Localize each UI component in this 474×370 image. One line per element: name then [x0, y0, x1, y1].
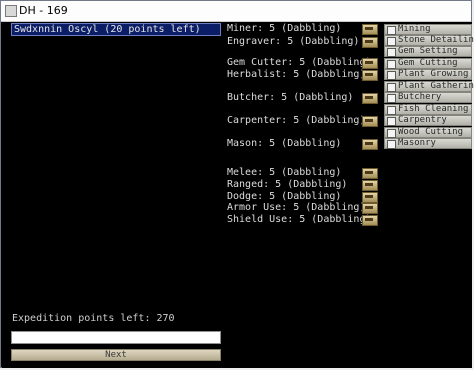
labor-checkbox-wood-cutting[interactable]: Wood Cutting [384, 127, 472, 138]
checkbox-icon [387, 71, 396, 80]
checkbox-icon [387, 117, 396, 126]
labor-label: Carpentry [398, 115, 447, 125]
minus-icon [365, 142, 373, 145]
labor-checkbox-mining[interactable]: Mining [384, 24, 472, 35]
minus-icon [365, 171, 373, 174]
skill-label-shield-use: Shield Use: 5 (Dabbling) [227, 214, 372, 225]
skill-label-carpenter: Carpenter: 5 (Dabbling) [227, 115, 366, 126]
skill-label-herbalist: Herbalist: 5 (Dabbling) [227, 69, 366, 80]
checkbox-icon [387, 106, 396, 115]
labor-label: Fish Cleaning [398, 104, 469, 114]
checkbox-icon [387, 48, 396, 57]
decrease-skill-button[interactable] [362, 180, 378, 191]
decrease-skill-button[interactable] [362, 70, 378, 81]
labor-label: Plant Growing [398, 69, 469, 79]
labor-label: Gem Cutting [398, 58, 458, 68]
labor-checkbox-plant-gathering[interactable]: Plant Gathering [384, 81, 474, 92]
skill-label-ranged: Ranged: 5 (Dabbling) [227, 179, 348, 190]
labor-label: Stone Detailing [398, 35, 474, 45]
skill-label-gem-cutter: Gem Cutter: 5 (Dabbling) [227, 57, 372, 68]
minus-icon [365, 183, 373, 186]
decrease-skill-button[interactable] [362, 93, 378, 104]
minus-icon [365, 119, 373, 122]
next-button[interactable]: Next [11, 349, 221, 361]
expedition-points-label: Expedition points left: 270 [12, 313, 175, 324]
skill-label-miner: Miner: 5 (Dabbling) [227, 23, 342, 34]
app-window: DH - 169 Swdxnnin Oscyl (20 points left)… [0, 0, 474, 368]
minus-icon [365, 218, 373, 221]
title-bar: DH - 169 [1, 1, 471, 22]
decrease-skill-button[interactable] [362, 168, 378, 179]
dwarf-list-item-selected[interactable]: Swdxnnin Oscyl (20 points left) [11, 23, 221, 36]
labor-checkbox-butchery[interactable]: Butchery [384, 92, 472, 103]
labor-label: Plant Gathering [398, 81, 474, 91]
skill-label-butcher: Butcher: 5 (Dabbling) [227, 92, 354, 103]
checkbox-icon [387, 94, 396, 103]
skill-label-melee: Melee: 5 (Dabbling) [227, 167, 342, 178]
labor-label: Gem Setting [398, 46, 458, 56]
checkbox-icon [387, 37, 396, 46]
dwarf-list-item-label: Swdxnnin Oscyl (20 points left) [14, 24, 201, 35]
window-title: DH - 169 [19, 4, 68, 17]
skill-label-armor-use: Armor Use: 5 (Dabbling) [227, 202, 366, 213]
decrease-skill-button[interactable] [362, 24, 378, 35]
labor-label: Wood Cutting [398, 127, 464, 137]
labor-checkbox-masonry[interactable]: Masonry [384, 138, 472, 149]
minus-icon [365, 61, 373, 64]
checkbox-icon [387, 60, 396, 69]
checkbox-icon [387, 83, 396, 92]
next-button-label: Next [105, 350, 127, 360]
labor-checkbox-gem-cutting[interactable]: Gem Cutting [384, 58, 472, 69]
skill-label-mason: Mason: 5 (Dabbling) [227, 138, 342, 149]
labor-label: Masonry [398, 138, 436, 148]
labor-checkbox-carpentry[interactable]: Carpentry [384, 115, 472, 126]
app-icon [5, 5, 17, 17]
decrease-skill-button[interactable] [362, 139, 378, 150]
client-area: Swdxnnin Oscyl (20 points left) Expediti… [2, 22, 474, 368]
minus-icon [365, 195, 373, 198]
decrease-skill-button[interactable] [362, 215, 378, 226]
labor-checkbox-stone-detailing[interactable]: Stone Detailing [384, 35, 474, 46]
labor-checkbox-gem-setting[interactable]: Gem Setting [384, 46, 472, 57]
minus-icon [365, 96, 373, 99]
checkbox-icon [387, 140, 396, 149]
minus-icon [365, 73, 373, 76]
decrease-skill-button[interactable] [362, 58, 378, 69]
decrease-skill-button[interactable] [362, 116, 378, 127]
skill-label-engraver: Engraver: 5 (Dabbling) [227, 36, 360, 47]
decrease-skill-button[interactable] [362, 203, 378, 214]
checkbox-icon [387, 26, 396, 35]
minus-icon [365, 27, 373, 30]
minus-icon [365, 40, 373, 43]
labor-checkbox-fish-cleaning[interactable]: Fish Cleaning [384, 104, 472, 115]
checkbox-icon [387, 129, 396, 138]
decrease-skill-button[interactable] [362, 37, 378, 48]
minus-icon [365, 206, 373, 209]
labor-checkbox-plant-growing[interactable]: Plant Growing [384, 69, 472, 80]
labor-label: Mining [398, 24, 431, 34]
dwarf-list [11, 23, 223, 323]
labor-label: Butchery [398, 92, 442, 102]
name-input[interactable] [11, 331, 221, 344]
skill-label-dodge: Dodge: 5 (Dabbling) [227, 191, 342, 202]
